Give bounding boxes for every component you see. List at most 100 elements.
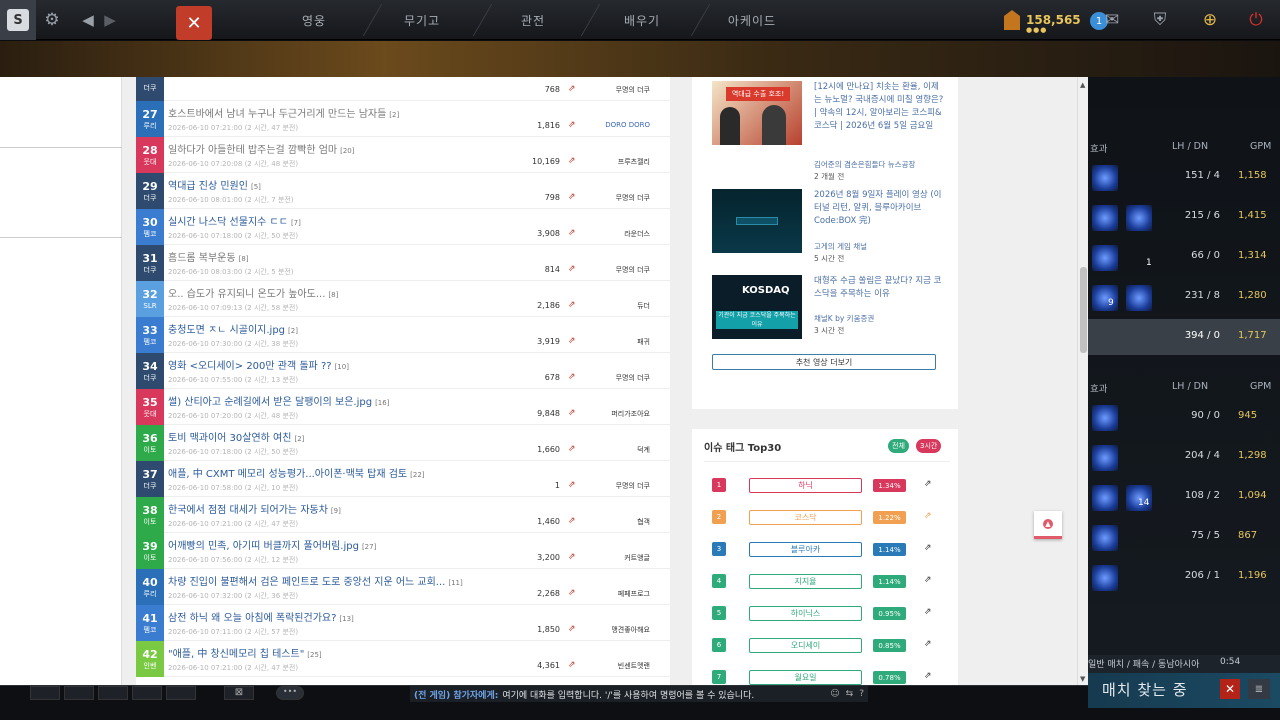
player-row[interactable]: 206 / 1 1,196 [1088,559,1280,595]
chat-target[interactable]: (전 게임) 참가자에게: [414,688,498,701]
tag-row[interactable]: 4 지지율 1.14% ⇗ [712,573,942,589]
post-title[interactable]: 오.. 습도가 유지되니 온도가 높아도... [8] [168,285,338,300]
share-icon[interactable]: ⇗ [924,575,932,585]
hero-icon[interactable] [1092,165,1118,191]
author-name[interactable]: 커트앵글 [624,553,650,563]
armory-icon[interactable]: ⛨ [1148,0,1172,40]
table-row[interactable]: 32 SLR 오.. 습도가 유지되니 온도가 높아도... [8] 2026-0… [136,281,670,317]
tags-filter-3h[interactable]: 3시간 [916,439,942,453]
video-channel[interactable]: 고게의 게임 채널 [814,241,867,252]
item-icon[interactable] [1126,285,1152,311]
floating-top-button[interactable]: ▲ [1034,511,1062,539]
cancel-search-button[interactable]: ✕ [1220,679,1240,699]
hero-icon[interactable] [1092,285,1118,311]
player-row[interactable]: 215 / 6 1,415 [1088,199,1280,235]
share-icon[interactable]: ⇗ [568,372,578,382]
help-icon[interactable]: ? [859,689,864,699]
tag-name[interactable]: 하이닉스 [749,606,862,621]
vertical-scrollbar[interactable]: ▲ ▼ [1077,77,1088,685]
post-title[interactable]: 흠드롬 복부운동 [8] [168,249,249,264]
nav-watch[interactable]: 관전 [483,0,583,40]
table-row[interactable]: 31 더쿠 흠드롬 복부운동 [8] 2026-06-10 08:03:00 (2… [136,245,670,281]
table-row[interactable]: 39 이토 어깨빵의 민족, 아기띠 버클까지 풀어버림.jpg [27] 202… [136,533,670,569]
post-title[interactable]: 차량 진입이 불편해서 검은 페인트로 도로 중앙선 지운 어느 교회... [1… [168,573,463,588]
hero-icon[interactable] [1092,205,1118,231]
dota-logo[interactable]: ✕ [176,6,212,40]
share-icon[interactable]: ⇗ [568,264,578,274]
share-icon[interactable]: ⇗ [568,120,578,130]
author-name[interactable]: DORO DORO [605,121,650,129]
back-arrow-icon[interactable]: ◀ [78,0,98,40]
share-icon[interactable]: ⇗ [568,192,578,202]
author-name[interactable]: 라운더스 [624,229,650,239]
emoji-icon[interactable]: ☺ [830,689,839,699]
table-row[interactable]: 28 웃대 일하다가 아들한테 밥주는걸 깜빡한 엄마 [20] 2026-06-… [136,137,670,173]
party-invite-icon[interactable]: ⊠ [224,686,254,700]
post-title[interactable]: "애플, 中 창신메모리 칩 테스트" [25] [168,645,322,660]
tag-row[interactable]: 7 월요일 0.78% ⇗ [712,669,942,685]
post-title[interactable]: 영화 <오디세이> 200만 관객 돌파 ?? [10] [168,357,349,372]
tag-name[interactable]: 코스닥 [749,510,862,525]
table-row[interactable]: 35 웃대 썰) 산티아고 순례길에서 받은 달팽이의 보은.jpg [16] 2… [136,389,670,425]
share-icon[interactable]: ⇗ [924,671,932,681]
chat-input[interactable]: 여기에 대화를 입력합니다. '/'를 사용하여 명령어를 볼 수 있습니다. [502,688,754,701]
post-title[interactable]: 일하다가 아들한테 밥주는걸 깜빡한 엄마 [20] [168,141,355,156]
share-icon[interactable]: ⇗ [924,607,932,617]
table-row[interactable]: 38 이토 한국에서 점점 대세가 되어가는 자동차 [9] 2026-06-10… [136,497,670,533]
tag-row[interactable]: 6 오디세이 0.85% ⇗ [712,637,942,653]
post-title[interactable]: 한국에서 점점 대세가 되어가는 자동차 [9] [168,501,341,516]
table-row[interactable]: 34 더쿠 영화 <오디세이> 200만 관객 돌파 ?? [10] 2026-0… [136,353,670,389]
author-name[interactable]: 무명의 더쿠 [616,193,650,203]
share-icon[interactable]: ⇗ [568,84,578,94]
scrollbar-thumb[interactable] [1080,267,1087,353]
author-name[interactable]: 무명의 더쿠 [616,481,650,491]
share-icon[interactable]: ⇗ [568,300,578,310]
options-icon[interactable]: ≣ [1248,679,1270,699]
hero-icon[interactable] [1092,485,1118,511]
author-name[interactable]: 빈센트멧랜 [618,661,650,671]
table-row[interactable]: 40 루리 차량 진입이 불편해서 검은 페인트로 도로 중앙선 지운 어느 교… [136,569,670,605]
post-title[interactable]: 썰) 산티아고 순례길에서 받은 달팽이의 보은.jpg [16] [168,393,389,408]
share-icon[interactable]: ⇗ [924,543,932,553]
author-name[interactable]: 프루츠젤리 [618,157,650,167]
post-title[interactable]: 애플, 中 CXMT 메모리 성능평가...아이폰·맥북 탑재 검토 [22] [168,465,425,480]
post-title[interactable]: 실시간 나스닥 선물지수 ㄷㄷ [7] [168,213,301,228]
nav-armory[interactable]: 무기고 [372,0,472,40]
player-row[interactable]: 151 / 4 1,158 [1088,159,1280,195]
post-title[interactable]: 토비 맥과이어 30살연하 여친 [2] [168,429,304,444]
video-title[interactable]: 2026년 8월 9일자 플레이 영상 (이터널 리턴, 알퀴, 블루아카이브 … [814,189,944,228]
video-thumbnail[interactable]: KOSDAQ 기관이 지금 코스닥을 주목하는 이유 [712,275,802,339]
party-slot[interactable] [132,686,162,700]
more-icon[interactable]: ••• [276,686,304,700]
share-icon[interactable]: ⇗ [924,479,932,489]
hero-icon[interactable] [1092,445,1118,471]
tags-filter-all[interactable]: 전체 [888,439,909,453]
tag-name[interactable]: 오디세이 [749,638,862,653]
hero-icon[interactable] [1092,525,1118,551]
video-channel[interactable]: 김어준의 겸손은힘들다 뉴스공장 [814,159,915,170]
nav-learn[interactable]: 배우기 [592,0,692,40]
share-icon[interactable]: ⇗ [568,156,578,166]
table-row[interactable]: 27 루리 호스트바에서 남녀 누구나 두근거리게 만드는 남자들 [2] 202… [136,101,670,137]
scroll-up-icon[interactable]: ▲ [1080,81,1085,89]
table-row[interactable]: 36 이토 토비 맥과이어 30살연하 여친 [2] 2026-06-10 07:… [136,425,670,461]
author-name[interactable]: 퍼리가조아요 [611,409,650,419]
player-row[interactable]: 66 / 0 1,314 [1088,239,1280,275]
post-title[interactable]: 역대급 진상 민원인 [5] [168,177,261,192]
more-videos-button[interactable]: 추천 영상 더보기 [712,354,936,370]
share-icon[interactable]: ⇗ [568,228,578,238]
author-name[interactable]: 페페프로그 [618,589,650,599]
party-slot[interactable] [64,686,94,700]
table-row[interactable]: 30 펨코 실시간 나스닥 선물지수 ㄷㄷ [7] 2026-06-10 07:1… [136,209,670,245]
mail-icon[interactable]: ✉ [1100,0,1124,40]
video-title[interactable]: 대형주 수급 쏠림은 끝났다? 지금 코스닥을 주목하는 이유 [814,275,944,301]
share-icon[interactable]: ⇗ [568,552,578,562]
author-name[interactable]: 맹견좋아해요 [611,625,650,635]
share-icon[interactable]: ⇗ [924,639,932,649]
share-icon[interactable]: ⇗ [568,336,578,346]
plus-icon[interactable]: ⊕ [1198,0,1222,40]
video-thumbnail[interactable] [712,189,802,253]
player-row[interactable]: 90 / 0 945 [1088,399,1280,435]
tag-name[interactable]: 지지율 [749,574,862,589]
tag-row[interactable]: 1 하닉 1.34% ⇗ [712,477,942,493]
